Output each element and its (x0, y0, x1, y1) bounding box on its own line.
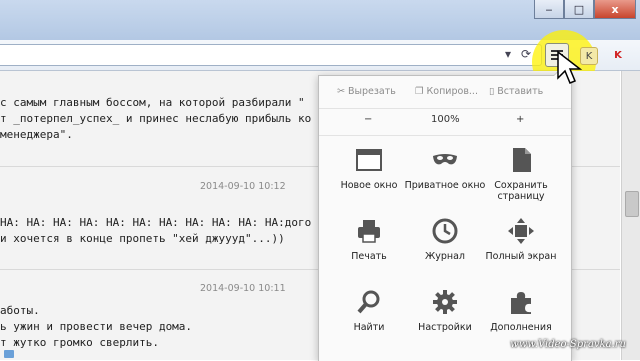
fullscreen-icon (507, 217, 535, 245)
window-titlebar: ‒ □ x (0, 0, 640, 40)
mouse-cursor-icon (557, 50, 583, 84)
new-window-button[interactable]: Новое окно (327, 146, 411, 191)
history-clock-icon (431, 217, 459, 245)
zoom-in-button[interactable]: + (516, 114, 524, 125)
find-label: Найти (353, 322, 385, 333)
cut-label: Вырезать (347, 86, 396, 97)
status-icon (4, 350, 14, 358)
zoom-out-button[interactable]: − (364, 114, 372, 125)
comment-line: ь ужин и провести вечер дома. (0, 320, 193, 333)
menu-panel: ✂ Вырезать ❐ Копиров... ▯ Вставить − 100… (318, 68, 572, 361)
comment-line: менеджера". (0, 128, 73, 141)
paste-label: Вставить (497, 86, 544, 97)
save-page-label: Сохранить страницу (494, 180, 548, 202)
private-window-label: Приватное окно (404, 180, 486, 191)
zoom-reset-button[interactable]: 100% (431, 114, 460, 125)
copy-label: Копиров... (426, 86, 478, 97)
settings-button[interactable]: Настройки (403, 288, 487, 333)
addon-toolbar-icon[interactable]: K (610, 47, 626, 63)
navigation-toolbar: ▾ ⟳ K K (0, 30, 640, 94)
private-mask-icon (431, 146, 459, 174)
settings-label: Настройки (418, 322, 472, 333)
comment-line: аботы. (0, 304, 40, 317)
comment-line: и хочется в конце пропеть "хей джуууд"..… (0, 232, 285, 245)
reload-icon[interactable]: ⟳ (521, 47, 531, 61)
clipboard-icon: ▯ (489, 86, 495, 97)
address-bar[interactable]: ▾ ⟳ (0, 44, 542, 66)
comment-line: с самым главным боссом, на которой разби… (0, 96, 305, 109)
gear-icon (431, 288, 459, 316)
minimize-button[interactable]: ‒ (534, 0, 564, 19)
save-page-icon (507, 146, 535, 174)
printer-icon (355, 217, 383, 245)
print-button[interactable]: Печать (327, 217, 411, 262)
window-controls: ‒ □ x (534, 0, 636, 19)
maximize-button[interactable]: □ (564, 0, 594, 19)
addons-button[interactable]: Дополнения (479, 288, 563, 333)
page-scrollbar[interactable] (621, 71, 640, 360)
save-page-button[interactable]: Сохранить страницу (479, 146, 563, 202)
dropdown-arrow-icon[interactable]: ▾ (505, 47, 511, 61)
copy-button[interactable]: ❐ Копиров... (415, 86, 478, 97)
watermark-text: www.Video-Spravka.ru (510, 339, 626, 350)
comment-line: т _потерпел_успех_ и принес неслабую при… (0, 112, 312, 125)
print-label: Печать (351, 251, 387, 262)
fullscreen-label: Полный экран (485, 251, 557, 262)
find-button[interactable]: Найти (327, 288, 411, 333)
comment-timestamp: 2014-09-10 10:11 (200, 283, 286, 294)
comment-timestamp: 2014-09-10 10:12 (200, 181, 286, 192)
scrollbar-thumb[interactable] (625, 191, 639, 217)
new-window-icon (355, 146, 383, 174)
history-label: Журнал (425, 251, 465, 262)
copy-icon: ❐ (415, 86, 424, 97)
paste-button[interactable]: ▯ Вставить (489, 86, 543, 97)
addons-label: Дополнения (490, 322, 552, 333)
edit-controls: ✂ Вырезать ❐ Копиров... ▯ Вставить (319, 82, 571, 106)
private-window-button[interactable]: Приватное окно (403, 146, 487, 191)
fullscreen-button[interactable]: Полный экран (479, 217, 563, 262)
zoom-controls: − 100% + (319, 108, 571, 136)
history-button[interactable]: Журнал (403, 217, 487, 262)
comment-line: HA: HA: HA: HA: HA: HA: HA: HA: HA: HA: … (0, 216, 312, 229)
comment-line: т жутко громко сверлить. (0, 336, 159, 349)
scissors-icon: ✂ (337, 86, 345, 97)
puzzle-icon (507, 288, 535, 316)
close-button[interactable]: x (594, 0, 636, 19)
new-window-label: Новое окно (340, 180, 398, 191)
search-icon (355, 288, 383, 316)
cut-button[interactable]: ✂ Вырезать (337, 86, 396, 97)
